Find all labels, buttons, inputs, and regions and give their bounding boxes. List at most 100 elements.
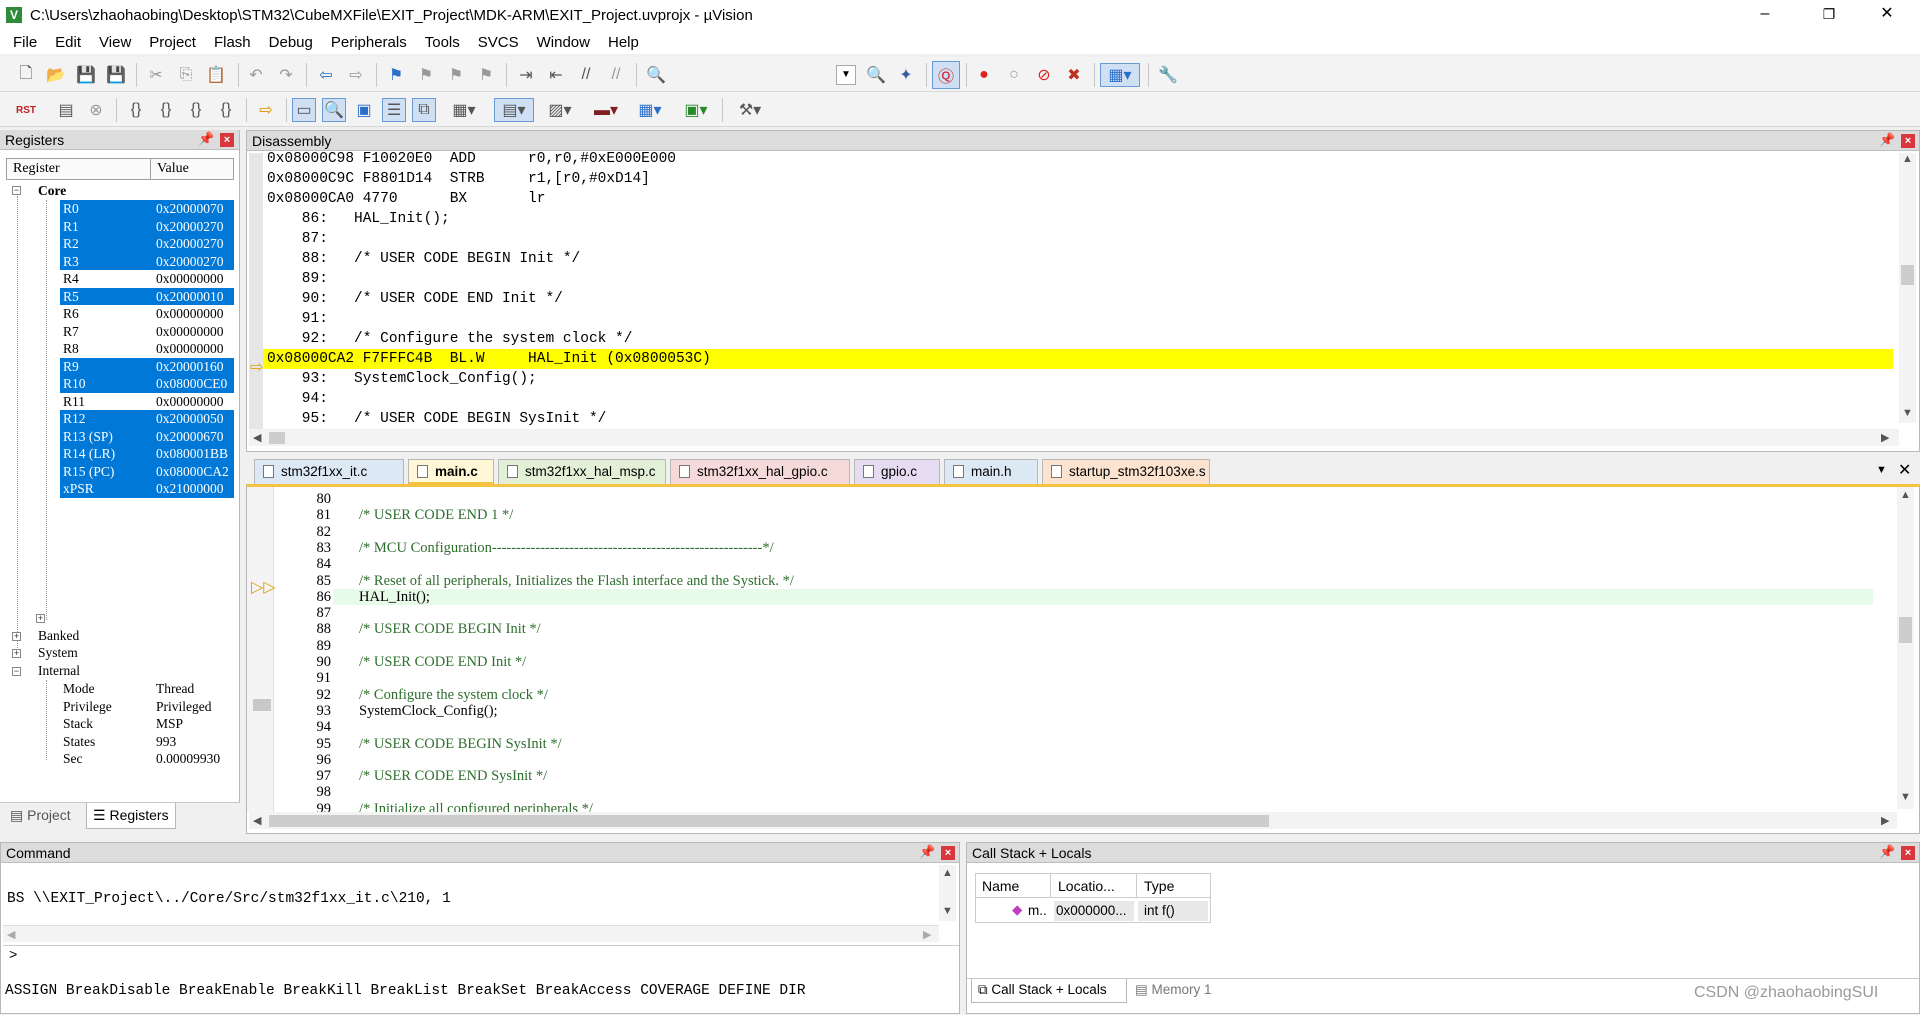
symbols-window-icon[interactable]: ▣	[352, 98, 376, 122]
next-bookmark-icon[interactable]: ⚑	[444, 63, 468, 87]
step-into-icon[interactable]: {}	[124, 98, 148, 122]
scrollbar-thumb[interactable]	[1899, 617, 1912, 643]
value-column-header[interactable]: Value	[157, 161, 189, 177]
disassembly-line[interactable]: 92: /* Configure the system clock */	[267, 329, 633, 349]
register-column-header[interactable]: Register	[13, 161, 60, 177]
code-comment[interactable]: /* USER CODE END SysInit */	[359, 768, 547, 784]
scrollbar-thumb[interactable]	[1901, 265, 1914, 285]
scroll-right-icon[interactable]: ▶	[1881, 814, 1889, 827]
code-editor[interactable]: ▷▷ 80 81 /* USER CODE END 1 */ 82 83 /* MCU C…	[246, 484, 1920, 834]
disable-all-breakpoints-icon[interactable]: ⊘	[1032, 63, 1056, 87]
find-in-files-icon[interactable]: 🔍	[644, 63, 668, 87]
tree-node-internal[interactable]: Internal	[38, 662, 80, 680]
editor-tab[interactable]: gpio.c	[854, 459, 940, 484]
register-row[interactable]: R0 0x20000070	[60, 200, 234, 218]
uncomment-icon[interactable]: //	[604, 63, 628, 87]
code-comment[interactable]: /* USER CODE END 1 */	[359, 507, 513, 523]
register-value[interactable]: 0x08000CA2	[156, 463, 229, 481]
save-icon[interactable]: 💾	[74, 63, 98, 87]
code-statement[interactable]: SystemClock_Config();	[359, 703, 498, 719]
internal-register-row[interactable]: Stack MSP	[60, 715, 234, 733]
disassembly-line[interactable]: 95: /* USER CODE BEGIN SysInit */	[267, 409, 607, 429]
indent-icon[interactable]: ⇥	[514, 63, 538, 87]
command-window-icon[interactable]: ▭	[292, 98, 316, 122]
scroll-left-icon[interactable]: ◀	[253, 814, 261, 827]
step-out-icon[interactable]: {}	[184, 98, 208, 122]
debug-session-icon[interactable]: Ⓠ	[932, 61, 960, 89]
close-panel-button[interactable]: ×	[941, 846, 955, 860]
register-value[interactable]: 0x00000000	[156, 323, 224, 341]
pin-icon[interactable]: 📌	[919, 844, 935, 860]
find-combo-dropdown[interactable]: ▼	[836, 65, 856, 85]
scrollbar-thumb[interactable]	[269, 432, 285, 444]
tree-node-banked[interactable]: Banked	[38, 627, 79, 645]
disassembly-vertical-scrollbar[interactable]: ▲ ▼	[1899, 153, 1916, 423]
register-row[interactable]: R7 0x00000000	[60, 323, 234, 341]
window-layout-icon[interactable]: ▦▾	[1100, 63, 1140, 87]
disassembly-horizontal-scrollbar[interactable]: ◀ ▶	[249, 429, 1899, 446]
register-value[interactable]: 0x20000050	[156, 410, 224, 428]
register-row[interactable]: R15 (PC) 0x08000CA2	[60, 462, 234, 481]
close-button[interactable]: ✕	[1864, 0, 1910, 30]
serial-windows-icon[interactable]: ▨▾	[542, 98, 578, 122]
disassembly-line[interactable]: 0x08000CA0 4770 BX lr	[267, 189, 545, 209]
watch-windows-icon[interactable]: ▦▾	[446, 98, 482, 122]
editor-tab[interactable]: main.h	[944, 459, 1038, 484]
menu-debug[interactable]: Debug	[260, 34, 322, 51]
open-folder-icon[interactable]: 📂	[44, 63, 68, 87]
register-value[interactable]: 0x20000670	[156, 428, 224, 446]
register-row[interactable]: R4 0x00000000	[60, 270, 234, 288]
name-column-header[interactable]: Name	[982, 878, 1019, 894]
stop-icon[interactable]: ⊗	[84, 98, 108, 122]
bookmark-icon[interactable]: ⚑	[384, 63, 408, 87]
disassembly-window-icon[interactable]: 🔍	[322, 98, 346, 122]
find-icon[interactable]: 🔍	[864, 63, 888, 87]
collapse-core-icon[interactable]: −	[12, 186, 21, 195]
kill-all-breakpoints-icon[interactable]: ✖	[1062, 63, 1086, 87]
editor-horizontal-scrollbar[interactable]: ◀ ▶	[249, 812, 1897, 829]
scroll-up-icon[interactable]: ▲	[942, 867, 953, 879]
run-icon[interactable]: ▤	[54, 98, 78, 122]
tab-project[interactable]: ▤ Project	[4, 803, 77, 829]
register-value[interactable]: 0x20000270	[156, 253, 224, 271]
register-value[interactable]: 0x00000000	[156, 340, 224, 358]
menu-view[interactable]: View	[90, 34, 140, 51]
register-value[interactable]: 0x20000010	[156, 288, 224, 306]
register-value[interactable]: 0x08000CE0	[156, 375, 227, 393]
register-value[interactable]: 0x00000000	[156, 393, 224, 411]
register-row[interactable]: R6 0x00000000	[60, 305, 234, 323]
register-row[interactable]: R3 0x20000270	[60, 252, 234, 271]
scroll-up-icon[interactable]: ▲	[1900, 489, 1911, 501]
disassembly-line[interactable]: 87:	[267, 229, 328, 249]
tab-list-dropdown-icon[interactable]: ▼	[1876, 464, 1887, 476]
register-row[interactable]: R13 (SP) 0x20000670	[60, 427, 234, 446]
code-comment[interactable]: /* USER CODE BEGIN SysInit */	[359, 736, 562, 752]
register-value[interactable]: 0x00000000	[156, 305, 224, 323]
scroll-left-icon[interactable]: ◀	[7, 928, 15, 941]
register-row[interactable]: xPSR 0x21000000	[60, 480, 234, 498]
step-over-icon[interactable]: {}	[154, 98, 178, 122]
reset-icon[interactable]: RST	[14, 98, 38, 122]
editor-gutter[interactable]	[247, 487, 274, 812]
incremental-find-icon[interactable]: ✦	[894, 63, 918, 87]
tree-node-core[interactable]: Core	[38, 182, 66, 200]
editor-tab[interactable]: stm32f1xx_hal_msp.c	[498, 459, 666, 484]
register-row[interactable]: R8 0x00000000	[60, 340, 234, 358]
internal-register-row[interactable]: Sec 0.00009930	[60, 750, 234, 768]
tab-registers[interactable]: ☰ Registers	[86, 803, 176, 829]
disassembly-line[interactable]: 93: SystemClock_Config();	[267, 369, 537, 389]
code-comment[interactable]: /* Reset of all peripherals, Initializes…	[359, 573, 794, 589]
editor-tab[interactable]: startup_stm32f103xe.s	[1042, 459, 1210, 484]
tree-node-system[interactable]: System	[38, 644, 78, 662]
disassembly-line[interactable]: 90: /* USER CODE END Init */	[267, 289, 563, 309]
call-stack-row[interactable]: ◆ m.. 0x000000... int f()	[976, 899, 1210, 923]
register-value[interactable]: 0x20000070	[156, 200, 224, 218]
register-value[interactable]: 0x00000000	[156, 270, 224, 288]
pin-icon[interactable]: 📌	[1879, 844, 1895, 860]
minimize-button[interactable]: –	[1742, 0, 1788, 30]
scroll-up-icon[interactable]: ▲	[1902, 153, 1913, 165]
undo-icon[interactable]: ↶	[244, 63, 268, 87]
menu-window[interactable]: Window	[528, 34, 599, 51]
copy-icon[interactable]: ⎘	[174, 63, 198, 87]
disassembly-line[interactable]: 0x08000C98 F10020E0 ADD r0,r0,#0xE000E00…	[267, 152, 676, 169]
